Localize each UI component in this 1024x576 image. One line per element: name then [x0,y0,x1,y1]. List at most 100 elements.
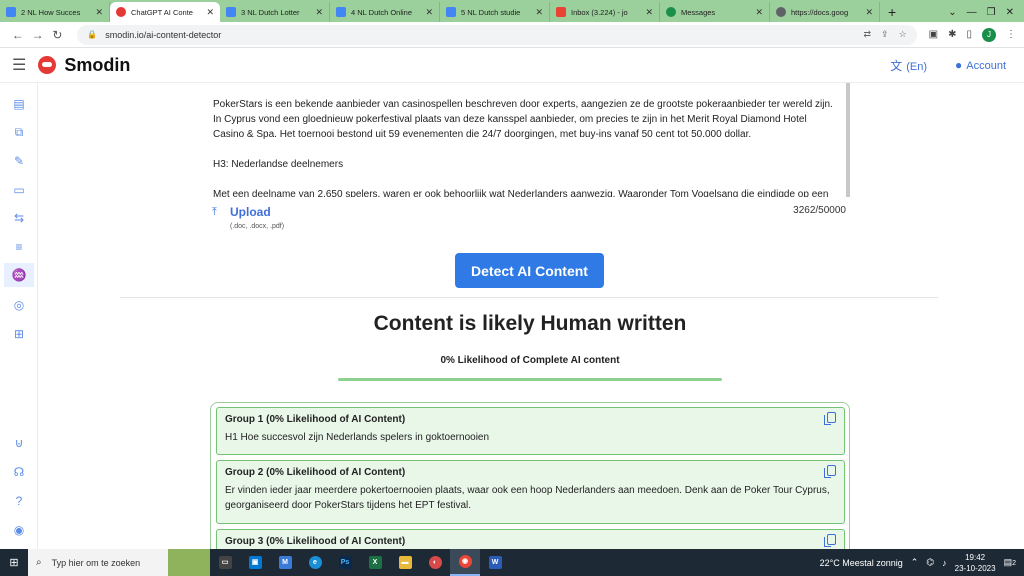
upload-button[interactable]: Upload [230,205,271,219]
brand-name[interactable]: Smodin [64,55,130,76]
network-icon[interactable]: ⌬ [926,557,934,568]
close-icon[interactable]: ✕ [425,7,433,18]
tab-label: 5 NL Dutch studie [461,7,521,17]
browser-tab-3[interactable]: 3 NL Dutch Lotter ✕ [220,2,330,22]
close-icon[interactable]: ✕ [865,7,873,18]
new-tab-button[interactable]: + [880,2,904,22]
side-panel-icon[interactable]: ▯ [967,29,973,40]
profile-icon[interactable]: ◉ [11,523,27,537]
browser-tab-8[interactable]: https://docs.goog ✕ [770,2,880,22]
photoshop-icon[interactable]: Ps [330,549,360,576]
clock-date: 23-10-2023 [954,563,996,573]
lock-icon[interactable]: 🔒 [87,30,97,39]
share-icon[interactable]: ⇪ [881,29,889,40]
file-explorer-icon[interactable]: ▬ [390,549,420,576]
language-label: (En) [906,60,927,73]
notification-count: 2 [1012,560,1016,567]
chrome-glyph: ◉ [458,555,472,568]
edge-icon[interactable]: e [300,549,330,576]
word-icon[interactable]: W [480,549,510,576]
group-title: Group 3 (0% Likelihood of AI Content) [225,536,406,547]
maximize-icon[interactable]: ❐ [987,7,996,18]
volume-icon[interactable]: ♪ [942,558,947,568]
upload-icon[interactable]: ⤒ [212,206,217,219]
text-paragraph: PokerStars is een bekende aanbieder van … [213,99,833,140]
taskbar-search[interactable]: ⌕ Typ hier om te zoeken [28,549,168,576]
more-menu-icon[interactable]: ⋮ [1006,29,1016,40]
address-bar[interactable]: 🔒 smodin.io/ai-content-detector ⇄ ⇪ ☆ [77,24,917,45]
puzzle-icon[interactable]: ✱ [948,29,956,40]
pencil-icon[interactable]: ✎ [11,154,27,168]
hamburger-menu-icon[interactable]: ☰ [12,55,26,75]
reload-icon[interactable]: ↻ [48,28,68,42]
browser-tab-5[interactable]: 5 NL Dutch studie ✕ [440,2,550,22]
edge-glyph: e [308,556,322,569]
detect-ai-content-button[interactable]: Detect AI Content [455,253,604,288]
copy-icon[interactable] [824,412,836,425]
tray-overflow-icon[interactable]: ⌃ [911,557,919,568]
support-icon[interactable]: ☊ [11,465,27,479]
windows-taskbar: ⊞ ⌕ Typ hier om te zoeken ▭ ▣ M e Ps X ▬… [0,549,1024,576]
profile-avatar[interactable]: J [982,27,997,42]
browser-tab-2[interactable]: ChatGPT AI Conte ✕ [110,2,220,22]
close-icon[interactable]: ✕ [645,7,653,18]
store-icon[interactable]: ▣ [240,549,270,576]
bookmark-star-icon[interactable]: ☆ [899,29,907,40]
more-apps-icon[interactable]: ⊞ [11,327,27,341]
app-icon[interactable]: M [270,549,300,576]
paint-icon[interactable]: ◐ [420,549,450,576]
excel-icon[interactable]: X [360,549,390,576]
task-view-icon[interactable]: ▭ [210,549,240,576]
copy-icon[interactable] [824,465,836,478]
group-card: Group 2 (0% Likelihood of AI Content) Er… [216,460,845,524]
summarizer-icon[interactable]: ≡ [11,240,27,254]
copy-icon[interactable] [824,534,836,547]
result-subtitle: 0% Likelihood of Complete AI content [440,355,620,366]
account-button[interactable]: ● Account [955,58,1006,72]
docs-icon [6,7,16,17]
character-counter: 3262/50000 [793,205,846,216]
extension-icon[interactable]: ▣ [929,29,938,40]
group-card: Group 3 (0% Likelihood of AI Content) [216,529,845,549]
ai-detector-icon[interactable]: ♒ [4,263,34,287]
chrome-icon[interactable]: ◉ [450,549,480,576]
windows-start-icon[interactable]: ⊞ [0,549,28,576]
minimize-icon[interactable]: — [967,7,977,18]
weather-widget[interactable]: 22°C Meestal zonnig [820,558,903,568]
cart-icon[interactable]: ⊍ [11,436,27,450]
group-title: Group 1 (0% Likelihood of AI Content) [225,414,406,425]
browser-tab-6[interactable]: Inbox (3.224) - jo ✕ [550,2,660,22]
close-window-icon[interactable]: ✕ [1006,7,1014,18]
grader-icon[interactable]: ◎ [11,298,27,312]
tab-label: 2 NL How Succes [21,7,81,17]
close-icon[interactable]: ✕ [535,7,543,18]
help-icon[interactable]: ? [11,494,27,508]
close-icon[interactable]: ✕ [755,7,763,18]
close-icon[interactable]: ✕ [315,7,323,18]
content-textarea[interactable]: PokerStars is een bekende aanbieder van … [208,83,850,197]
excel-glyph: X [368,556,382,569]
close-icon[interactable]: ✕ [95,7,103,18]
notification-center-icon[interactable]: ▤2 [1004,557,1016,568]
translate-icon[interactable]: ⇆ [11,211,27,225]
browser-tab-1[interactable]: 2 NL How Succes ✕ [0,2,110,22]
translate-icon[interactable]: ⇄ [863,29,871,40]
chat-icon[interactable]: ▭ [11,183,27,197]
browser-tab-7[interactable]: Messages ✕ [660,2,770,22]
close-icon[interactable]: ✕ [206,7,214,18]
chevron-down-icon[interactable]: ⌄ [948,7,956,18]
smodin-logo[interactable] [38,56,57,74]
browser-tab-4[interactable]: 4 NL Dutch Online ✕ [330,2,440,22]
globe-icon [776,7,786,17]
forward-icon[interactable]: → [28,28,48,42]
language-selector[interactable]: 文 (En) [890,57,927,74]
group-card: Group 1 (0% Likelihood of AI Content) H1… [216,407,845,455]
news-widget-thumbnail[interactable] [168,549,210,576]
tab-label: Inbox (3.224) - jo [571,7,628,17]
gmail-icon [556,7,566,17]
plagiarism-icon[interactable]: ⧉ [11,125,27,139]
rewriter-icon[interactable]: ▤ [11,97,27,111]
clock[interactable]: 19:42 23-10-2023 [955,552,996,574]
back-icon[interactable]: ← [8,28,28,42]
tab-label: 4 NL Dutch Online [351,7,413,17]
